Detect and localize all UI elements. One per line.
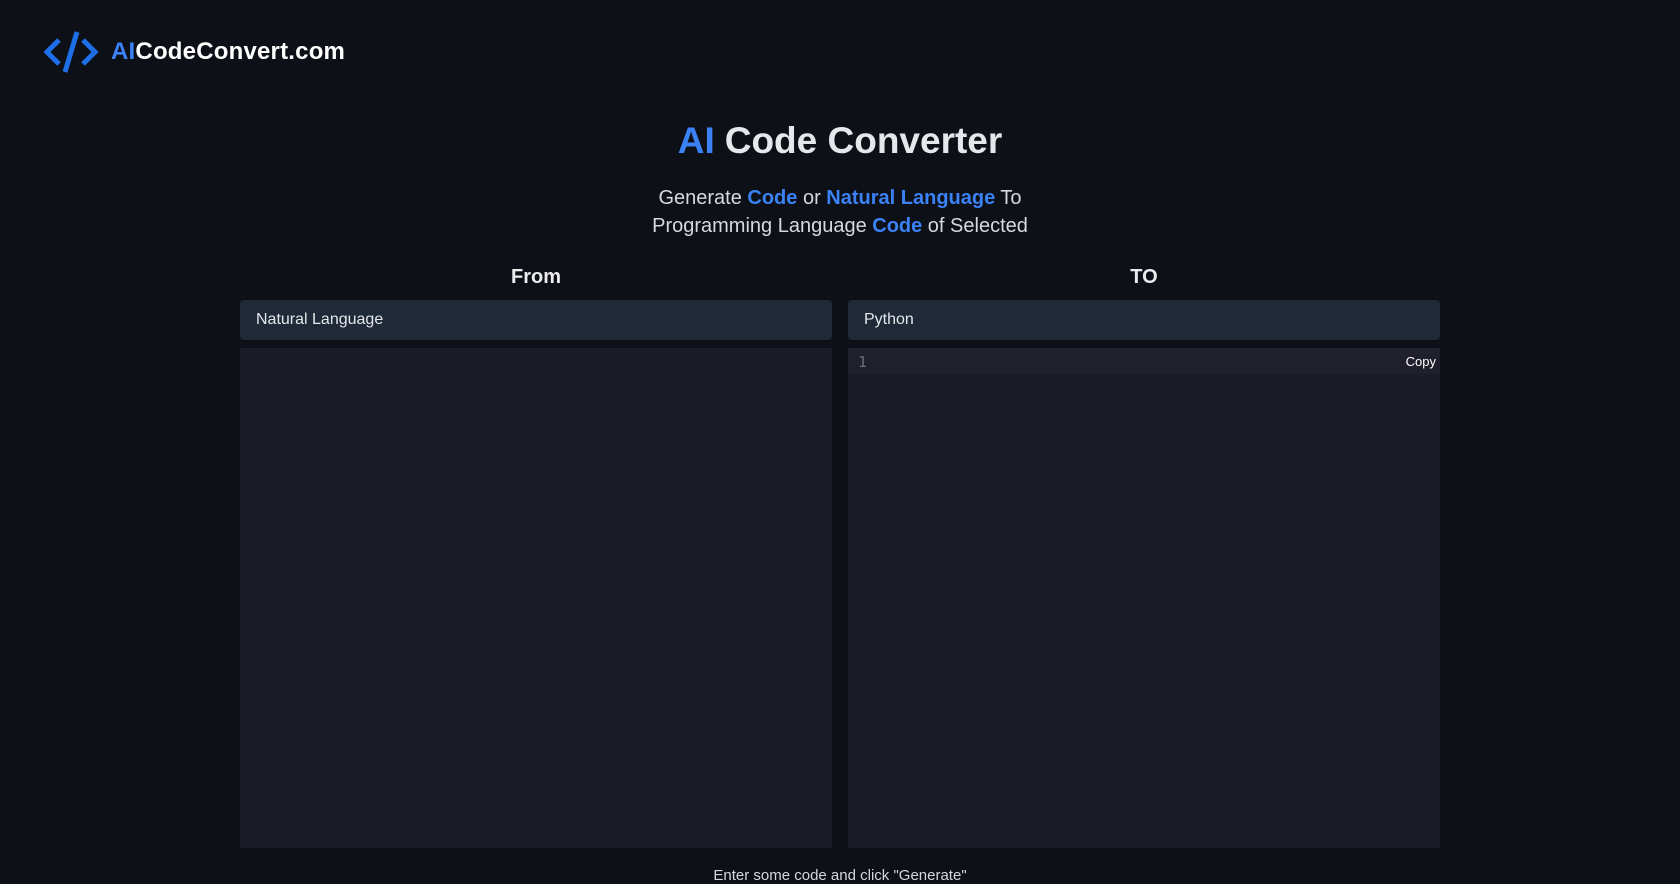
title-accent: AI (677, 120, 715, 161)
to-label: TO (1130, 266, 1158, 288)
title-text: Code Converter (724, 120, 1003, 161)
subtitle-text: or (797, 187, 827, 209)
input-editor[interactable] (240, 348, 832, 848)
code-brackets-icon[interactable] (43, 30, 99, 74)
subtitle-text: Programming Language (652, 215, 873, 237)
to-language-select[interactable]: Python (848, 300, 1440, 340)
to-language-value: Python (864, 311, 914, 328)
subtitle-line-1: Generate Code or Natural Language To (0, 184, 1680, 212)
line-number: 1 (858, 353, 868, 371)
active-line-highlight (848, 348, 1440, 374)
from-language-select[interactable]: Natural Language (240, 300, 832, 340)
output-editor[interactable]: 1 Copy (848, 348, 1440, 848)
brand-prefix: AI (111, 38, 136, 65)
subtitle-line-2: Programming Language Code of Selected (0, 212, 1680, 240)
from-language-value: Natural Language (256, 311, 384, 328)
subtitle-highlight: Code (872, 215, 923, 237)
subtitle-text: of Selected (922, 215, 1028, 237)
site-header: AICodeConvert.com (43, 28, 345, 76)
brand-name: CodeConvert.com (135, 38, 346, 65)
copy-button[interactable]: Copy (1406, 354, 1436, 369)
brand-link[interactable]: AICodeConvert.com (111, 38, 345, 66)
subtitle-text: Generate (658, 187, 748, 209)
subtitle-highlight: Code (747, 187, 798, 209)
subtitle-highlight: Natural Language (826, 187, 996, 209)
page-subtitle: Generate Code or Natural Language To Pro… (0, 184, 1680, 240)
from-label: From (511, 266, 561, 288)
subtitle-text: To (995, 187, 1022, 209)
page-title: AI Code Converter (0, 120, 1680, 162)
